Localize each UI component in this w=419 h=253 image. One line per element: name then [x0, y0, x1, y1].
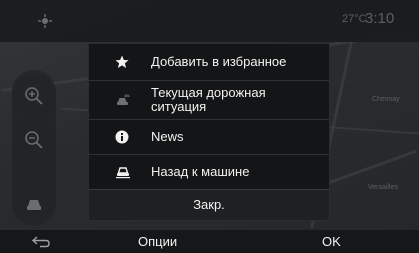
clock: 3:10: [365, 10, 395, 27]
menu-item-label: News: [151, 129, 184, 144]
zoom-out-button[interactable]: [12, 118, 56, 162]
menu-item-label: Добавить в избранное: [151, 54, 287, 69]
menu-item-add-favorite[interactable]: Добавить в избранное: [89, 44, 329, 80]
menu-item-label-line2: ситуация: [151, 99, 207, 114]
info-icon: [115, 130, 129, 144]
options-popup-menu: Добавить в избранное Текущая дорожная си…: [88, 43, 330, 221]
zoom-out-icon: [25, 131, 43, 149]
star-icon: [115, 55, 129, 68]
car-icon: [27, 200, 41, 210]
bottom-bar: Опции OK: [0, 230, 419, 253]
menu-item-label: Назад к машине: [151, 164, 250, 179]
close-button[interactable]: Закр.: [89, 189, 329, 220]
car-position-button[interactable]: [12, 182, 56, 226]
zoom-in-icon: [25, 87, 43, 105]
menu-item-news[interactable]: News: [89, 120, 329, 154]
car-icon: [116, 167, 130, 179]
temperature-readout: 27°C: [342, 13, 367, 25]
traffic-car-icon: [117, 94, 130, 105]
zoom-in-button[interactable]: [12, 74, 56, 118]
menu-item-back-to-car[interactable]: Назад к машине: [89, 155, 329, 189]
menu-item-label-line1: Текущая дорожная: [151, 85, 266, 100]
ok-button[interactable]: OK: [322, 234, 341, 249]
gps-locate-icon: [38, 14, 52, 28]
back-arrow-icon[interactable]: [30, 234, 52, 250]
status-bar: 27°C 3:10: [0, 0, 419, 42]
menu-item-traffic[interactable]: Текущая дорожная ситуация: [89, 81, 329, 119]
navigation-screen: Chesnay Versailles 27°C 3:10 Добавить в …: [0, 0, 419, 253]
options-button[interactable]: Опции: [138, 234, 177, 249]
